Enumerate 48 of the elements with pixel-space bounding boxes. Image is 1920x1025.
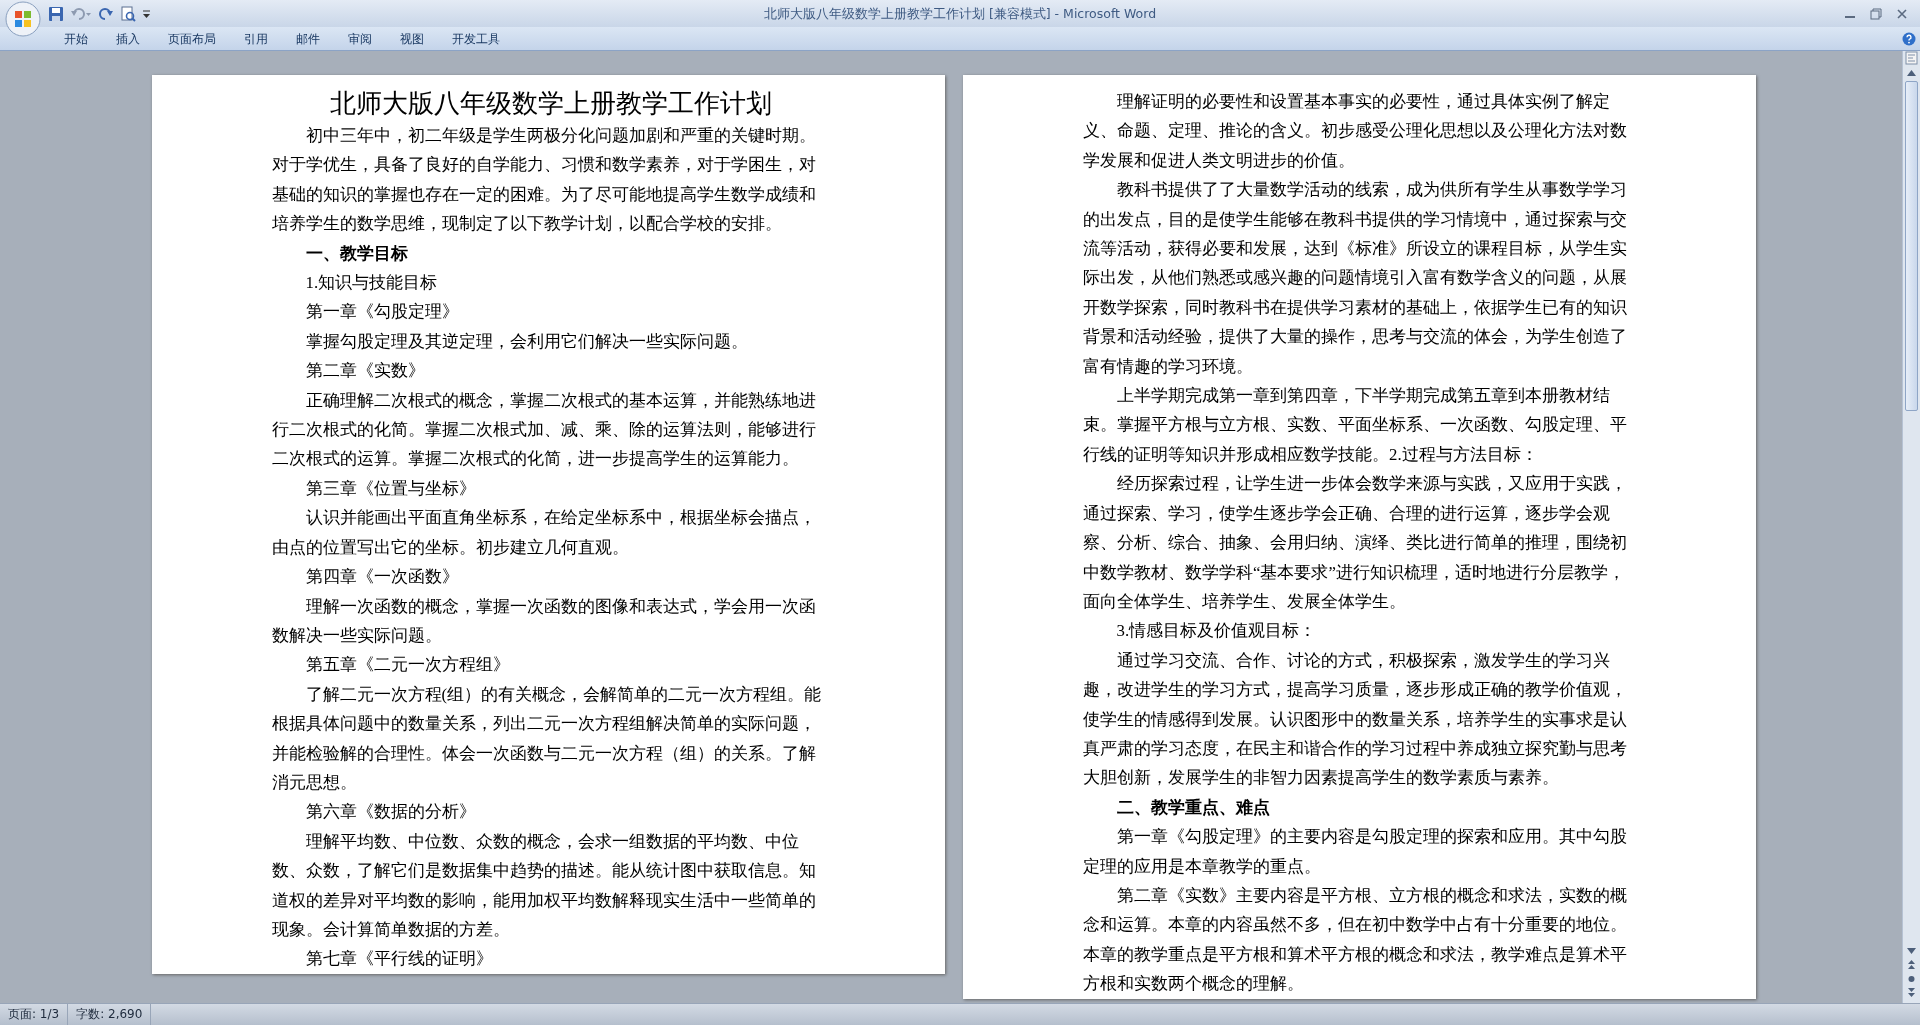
section-heading: 二、教学重点、难点 bbox=[1115, 796, 1271, 819]
word-count[interactable]: 字数: 2,690 bbox=[68, 1004, 152, 1025]
paragraph: 通过学习交流、合作、讨论的方式，积极探索，激发学生的学习兴趣，改进学生的学习方式，提高学习质量，逐步形成正确的教学价值观，使学生的情感得到发展。认识图形中的数量关系，培养学生的实事求是认真严肃的学习态度，在民主和谐合作的学习过程中养成独立探究勤与思考大胆创新，发展学生的非智力因素提高学生的数学素质与素养。 bbox=[1083, 649, 1628, 790]
paragraph: 初中三年中，初二年级是学生两极分化问题加剧和严重的关键时期。对于学优生，具备了良好的自学能力、习惯和数学素养，对于学困生，对基础的知识的掌握也存在一定的困难。为了尽可能地提高学生数学成绩和培养学生的数学思维，现制定了以下教学计划，以配合学校的安排。 bbox=[272, 125, 817, 236]
paragraph: 第一章《勾股定理》 bbox=[304, 301, 460, 324]
paragraph: 上半学期完成第一章到第四章，下半学期完成第五章到本册教材结束。掌握平方根与立方根、实数、平面坐标系、一次函数、勾股定理、平行线的证明等知识并形成相应数学技能。2.过程与方法目标： bbox=[1083, 385, 1628, 466]
ribbon-tab[interactable]: 引用 bbox=[230, 27, 282, 50]
close-icon[interactable] bbox=[1896, 7, 1908, 20]
ribbon-tab[interactable]: 视图 bbox=[386, 27, 438, 50]
paragraph: 经历探索过程，让学生进一步体会数学来源与实践，又应用于实践，通过探索、学习，使学生逐步学会正确、合理的进行运算，逐步学会观察、分析、综合、抽象、会用归纳、演绎、类比进行简单的推理，围绕初中数学教材、数学学科“基本要求”进行知识梳理，适时地进行分层教学，面向全体学生、培养学生、发展全体学生。 bbox=[1083, 473, 1628, 613]
paragraph: 了解二元一次方程(组）的有关概念，会解简单的二元一次方程组。能根据具体问题中的数量关系，列出二元一次方程组解决简单的实际问题，并能检验解的合理性。体会一次函数与二元一次方程（组）的关系。了解消元思想。 bbox=[272, 683, 823, 794]
print-preview-icon[interactable] bbox=[120, 5, 136, 22]
scroll-up-icon[interactable] bbox=[1905, 67, 1918, 79]
next-page-icon[interactable] bbox=[1905, 987, 1918, 999]
page-count[interactable]: 页面: 1/3 bbox=[0, 1004, 69, 1025]
scroll-thumb[interactable] bbox=[1905, 81, 1918, 411]
ribbon-tab[interactable]: 开发工具 bbox=[438, 27, 514, 50]
ribbon-tab[interactable]: 插入 bbox=[102, 27, 154, 50]
paragraph: 教科书提供了了大量数学活动的线索，成为供所有学生从事数学学习的出发点，目的是使学生能够在教科书提供的学习情境中，通过探索与交流等活动，获得必要和发展，达到《标准》所设立的课程目标，从学生实际出发，从他们熟悉或感兴趣的问题情境引入富有数学含义的问题，从展开数学探索，同时教科书在提供学习素材的基础上，依据学生已有的知识背景和活动经验，提供了大量的操作，思考与交流的体会，为学生创造了富有情趣的学习环境。 bbox=[1083, 179, 1628, 378]
paragraph: 第四章《一次函数》 bbox=[304, 566, 460, 589]
paragraph: 第七章《平行线的证明》 bbox=[304, 948, 494, 971]
paragraph: 第六章《数据的分析》 bbox=[304, 801, 477, 824]
previous-page-icon[interactable] bbox=[1905, 959, 1918, 971]
paragraph: 掌握勾股定理及其逆定理，会利用它们解决一些实际问题。 bbox=[304, 330, 749, 353]
paragraph: 第五章《二元一次方程组》 bbox=[304, 654, 511, 677]
paragraph: 第一章《勾股定理》的主要内容是勾股定理的探索和应用。其中勾股定理的应用是本章教学的重点。 bbox=[1083, 826, 1628, 878]
paragraph: 3.情感目标及价值观目标： bbox=[1115, 620, 1318, 643]
section-heading: 一、教学目标 bbox=[304, 242, 409, 265]
help-icon[interactable] bbox=[1902, 31, 1916, 46]
paragraph: 理解平均数、中位数、众数的概念，会求一组数据的平均数、中位数、众数，了解它们是数据集中趋势的描述。能从统计图中获取信息。知道权的差异对平均数的影响，能用加权平均数解释现实生活中一些简单的现象。会计算简单数据的方差。 bbox=[272, 830, 817, 941]
restore-icon[interactable] bbox=[1870, 7, 1882, 20]
paragraph: 正确理解二次根式的概念，掌握二次根式的基本运算，并能熟练地进行二次根式的化简。掌握二次根式加、减、乘、除的运算法则，能够进行二次根式的运算。掌握二次根式的化简，进一步提高学生的运算能力。 bbox=[272, 389, 817, 471]
ribbon-tab[interactable]: 页面布局 bbox=[154, 27, 230, 50]
ribbon-tab[interactable]: 开始 bbox=[50, 27, 102, 50]
scroll-down-icon[interactable] bbox=[1905, 945, 1918, 957]
ribbon-tab[interactable]: 审阅 bbox=[334, 27, 386, 50]
paragraph: 理解证明的必要性和设置基本事实的必要性，通过具体实例了解定义、命题、定理、推论的含义。初步感受公理化思想以及公理化方法对数学发展和促进人类文明进步的价值。 bbox=[1083, 91, 1628, 172]
paragraph: 第二章《实数》主要内容是平方根、立方根的概念和求法，实数的概念和运算。本章的内容虽然不多，但在初中数学中占有十分重要的地位。本章的教学重点是平方根和算术平方根的概念和求法，教学难点是算术平方根和实数两个概念的理解。 bbox=[1083, 884, 1628, 996]
paragraph: 1.知识与技能目标 bbox=[304, 272, 439, 295]
paragraph: 认识并能画出平面直角坐标系，在给定坐标系中，根据坐标会描点，由点的位置写出它的坐标。初步建立几何直观。 bbox=[272, 507, 817, 559]
redo-icon[interactable] bbox=[98, 5, 114, 22]
window-title: 北师大版八年级数学上册教学工作计划 [兼容模式] - Microsoft Word bbox=[763, 6, 1157, 21]
paragraph: 第三章《位置与坐标》 bbox=[304, 477, 477, 500]
save-icon[interactable] bbox=[48, 5, 64, 22]
ribbon-tab[interactable]: 邮件 bbox=[282, 27, 334, 50]
document-title: 北师大版八年级数学上册教学工作计划 bbox=[329, 88, 773, 120]
paragraph: 理解一次函数的概念，掌握一次函数的图像和表达式，学会用一次函数解决一些实际问题。 bbox=[272, 595, 817, 647]
paragraph: 第二章《实数》 bbox=[304, 360, 426, 383]
